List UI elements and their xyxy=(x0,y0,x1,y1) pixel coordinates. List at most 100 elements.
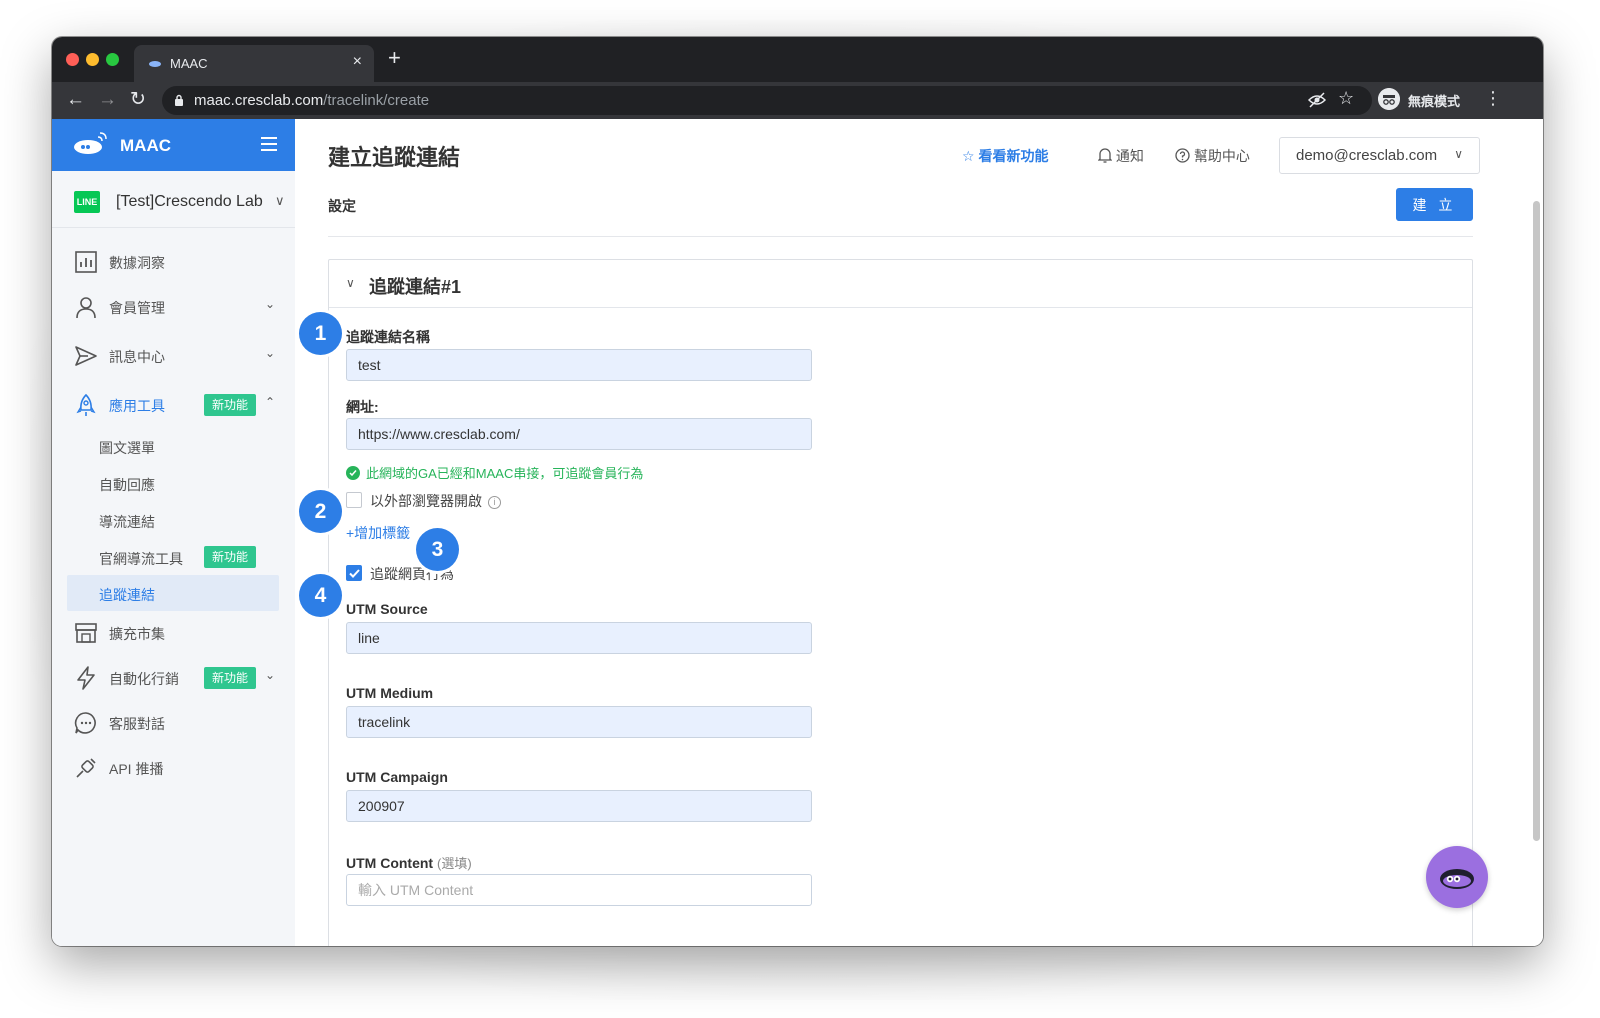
user-menu[interactable]: demo@cresclab.com ∨ xyxy=(1279,137,1480,174)
callout-marker-4: 4 xyxy=(299,574,342,617)
url-host: maac.cresclab.com xyxy=(194,92,324,109)
create-button[interactable]: 建 立 xyxy=(1396,188,1473,221)
callout-marker-3: 3 xyxy=(416,528,459,571)
utm-source-label: UTM Source xyxy=(346,601,428,617)
send-icon xyxy=(75,346,97,366)
sidebar-subitem-label: 自動回應 xyxy=(99,477,155,493)
new-feature-badge: 新功能 xyxy=(204,394,257,416)
chart-icon xyxy=(75,251,97,273)
ga-status-text: 此網域的GA已經和MAAC串接，可追蹤會員行為 xyxy=(366,466,644,481)
line-logo-icon: LINE xyxy=(74,191,100,213)
account-name: [Test]Crescendo Lab xyxy=(116,193,263,210)
maac-logo-icon xyxy=(74,132,107,154)
sidebar-subitem-trace-link[interactable]: 追蹤連結 xyxy=(67,575,279,611)
reload-icon[interactable]: ↻ xyxy=(130,88,146,112)
chat-assistant-button[interactable] xyxy=(1426,846,1488,908)
bookmark-star-icon[interactable]: ☆ xyxy=(1338,88,1354,109)
whats-new-label: 看看新功能 xyxy=(978,148,1049,164)
new-tab-button[interactable]: + xyxy=(388,47,401,69)
external-browser-checkbox[interactable] xyxy=(346,492,362,508)
sidebar-item-support-chat[interactable]: 客服對話 xyxy=(52,701,295,745)
help-center-link[interactable]: 幫助中心 xyxy=(1175,146,1250,166)
sidebar-item-label: 擴充市集 xyxy=(109,626,165,642)
url-input[interactable]: https://www.cresclab.com/ xyxy=(346,418,812,450)
bolt-icon xyxy=(77,666,95,690)
account-switcher[interactable]: LINE [Test]Crescendo Lab ∨ xyxy=(52,171,295,228)
trace-link-name-input[interactable]: test xyxy=(346,349,812,381)
help-icon xyxy=(1175,148,1190,163)
sidebar-subitem-web-referral-tool[interactable]: 官網導流工具 新功能 xyxy=(52,539,295,575)
store-icon xyxy=(75,623,97,643)
browser-menu-icon[interactable]: ⋮ xyxy=(1484,88,1502,109)
card-title: 追蹤連結#1 xyxy=(369,277,462,297)
chevron-down-icon: ⌄ xyxy=(265,668,276,682)
tab-bar: MAAC × + xyxy=(52,37,1543,82)
maac-mascot-icon xyxy=(1440,869,1474,889)
whats-new-link[interactable]: ☆ 看看新功能 xyxy=(962,146,1048,166)
utm-content-label: UTM Content (選填) xyxy=(346,853,472,872)
chevron-down-icon: ∨ xyxy=(275,193,285,208)
sidebar-item-label: 數據洞察 xyxy=(109,255,165,271)
maximize-window-button[interactable] xyxy=(106,53,119,66)
info-icon[interactable]: i xyxy=(488,496,501,509)
chevron-up-icon: ⌃ xyxy=(265,395,276,409)
address-bar[interactable]: maac.cresclab.com/tracelink/create xyxy=(162,86,1372,115)
sidebar-item-marketplace[interactable]: 擴充市集 xyxy=(52,611,295,655)
page-title: 建立追蹤連結 xyxy=(328,145,461,170)
scrollbar[interactable] xyxy=(1533,201,1540,841)
card-header[interactable]: ∨ 追蹤連結#1 xyxy=(329,260,1472,308)
track-web-behavior-checkbox[interactable] xyxy=(346,565,362,581)
new-feature-badge: 新功能 xyxy=(204,667,257,689)
ga-status: 此網域的GA已經和MAAC串接，可追蹤會員行為 xyxy=(346,463,643,482)
sidebar-item-api-push[interactable]: API 推播 xyxy=(52,746,295,790)
back-icon[interactable]: ← xyxy=(66,88,85,112)
sidebar-item-automation[interactable]: 自動化行銷 新功能 ⌄ xyxy=(52,656,295,700)
star-icon: ☆ xyxy=(962,148,975,164)
browser-tab[interactable]: MAAC × xyxy=(134,45,374,82)
tab-title: MAAC xyxy=(170,56,208,71)
sidebar-subitem-auto-reply[interactable]: 自動回應 xyxy=(52,465,295,501)
sidebar-item-insights[interactable]: 數據洞察 xyxy=(52,240,295,284)
hamburger-menu-icon[interactable] xyxy=(261,137,277,151)
utm-content-input[interactable]: 輸入 UTM Content xyxy=(346,874,812,906)
sidebar-item-label: 自動化行銷 xyxy=(109,671,179,687)
sidebar-item-members[interactable]: 會員管理 ⌄ xyxy=(52,285,295,329)
tab-settings[interactable]: 設定 xyxy=(328,196,356,216)
add-tag-link[interactable]: +增加標籤 xyxy=(346,523,410,543)
eye-off-icon[interactable] xyxy=(1308,92,1326,108)
close-window-button[interactable] xyxy=(66,53,79,66)
check-icon xyxy=(349,569,360,578)
utm-source-input[interactable]: line xyxy=(346,622,812,654)
browser-toolbar: ← → ↻ maac.cresclab.com/tracelink/create… xyxy=(52,82,1543,119)
app: MAAC LINE [Test]Crescendo Lab ∨ 數據洞察 會員管… xyxy=(52,119,1543,946)
lock-icon xyxy=(175,94,183,106)
brand-bar: MAAC xyxy=(52,119,295,171)
rocket-icon xyxy=(76,393,96,416)
notifications-link[interactable]: 通知 xyxy=(1097,146,1144,166)
utm-medium-input[interactable]: tracelink xyxy=(346,706,812,738)
sidebar-item-messages[interactable]: 訊息中心 ⌄ xyxy=(52,334,295,378)
forward-icon[interactable]: → xyxy=(98,88,117,112)
browser-window: MAAC × + ← → ↻ maac.cresclab.com/traceli… xyxy=(52,37,1543,946)
sidebar-subitem-referral-link[interactable]: 導流連結 xyxy=(52,502,295,538)
sidebar-item-label: 訊息中心 xyxy=(109,349,165,365)
help-center-label: 幫助中心 xyxy=(1193,148,1250,164)
sidebar-item-label: 客服對話 xyxy=(109,716,165,732)
sidebar-item-label: API 推播 xyxy=(109,761,164,777)
sidebar-item-tools[interactable]: 應用工具 新功能 ⌃ xyxy=(52,383,295,427)
divider xyxy=(328,236,1473,237)
chevron-down-icon: ⌄ xyxy=(265,346,276,360)
chevron-down-icon[interactable]: ∨ xyxy=(346,276,355,290)
external-browser-label: 以外部瀏覽器開啟 i xyxy=(370,491,501,511)
new-feature-badge: 新功能 xyxy=(204,546,257,568)
sidebar-subitem-rich-menu[interactable]: 圖文選單 xyxy=(52,428,295,464)
tab-close-icon[interactable]: × xyxy=(353,53,362,71)
brand-name: MAAC xyxy=(120,136,171,155)
utm-campaign-input[interactable]: 200907 xyxy=(346,790,812,822)
bell-icon xyxy=(1097,148,1113,163)
callout-marker-2: 2 xyxy=(299,490,342,533)
minimize-window-button[interactable] xyxy=(86,53,99,66)
sidebar: MAAC LINE [Test]Crescendo Lab ∨ 數據洞察 會員管… xyxy=(52,119,295,946)
user-icon xyxy=(76,297,96,319)
sidebar-item-label: 應用工具 xyxy=(109,398,165,414)
